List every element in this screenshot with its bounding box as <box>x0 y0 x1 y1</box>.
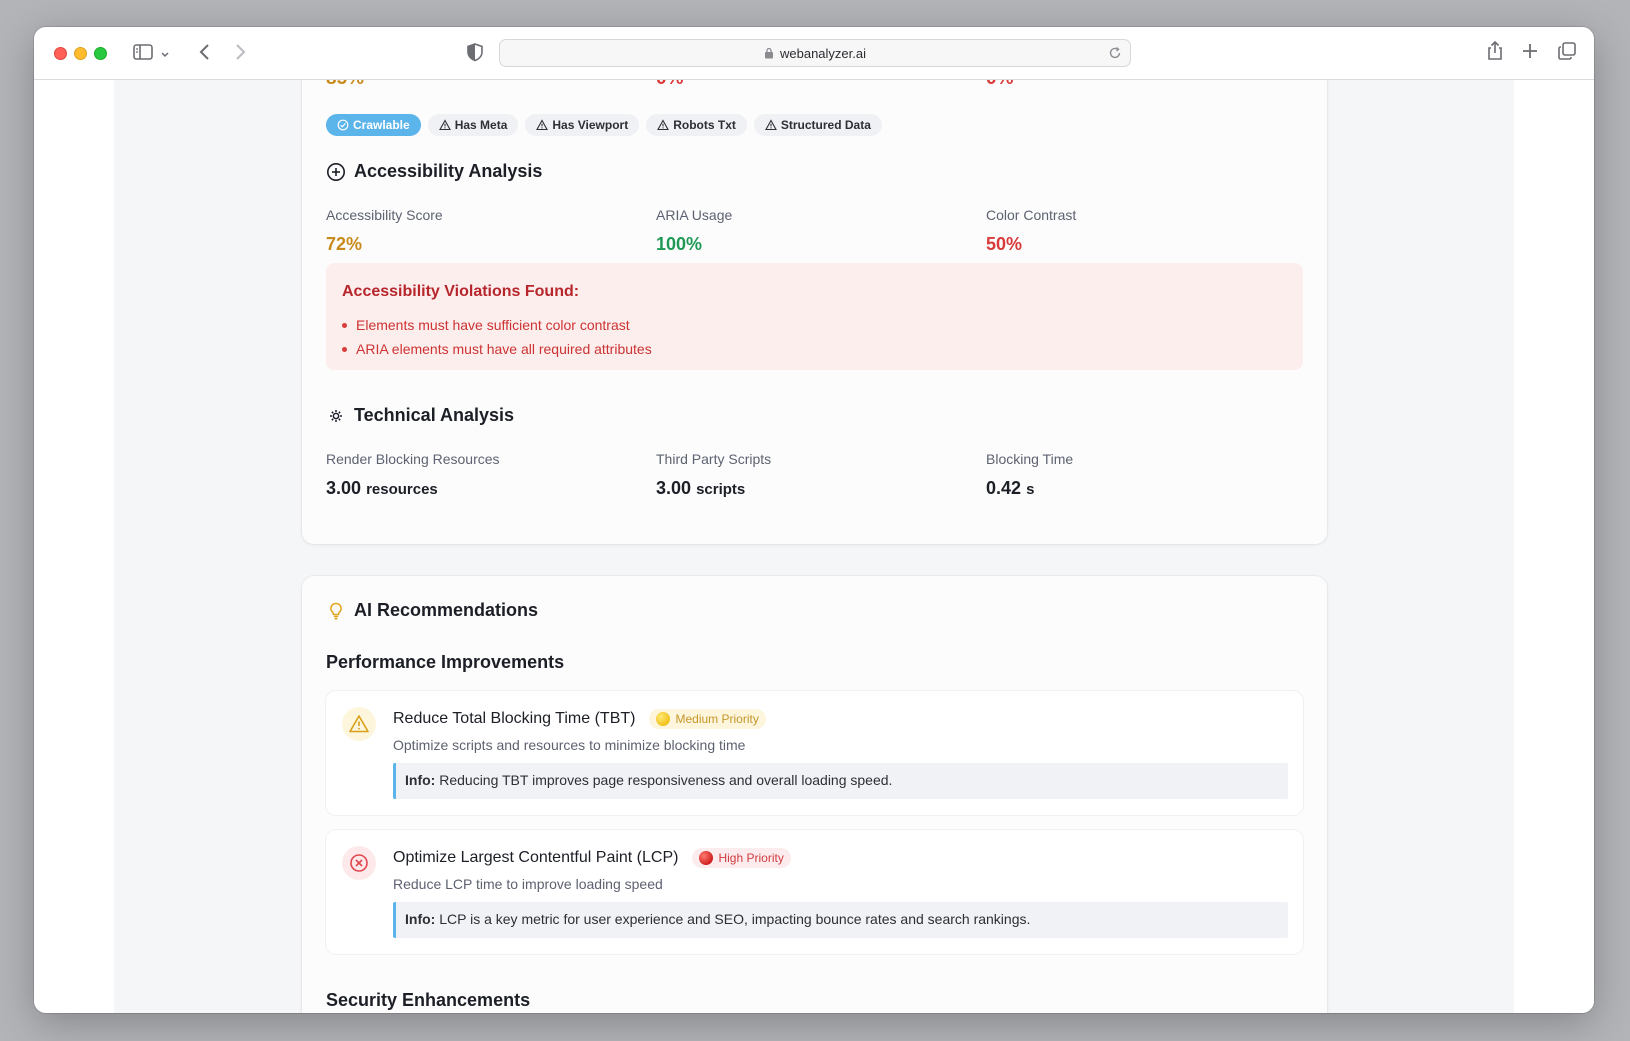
check-circle-icon <box>337 119 349 131</box>
plus-circle-icon <box>327 162 345 181</box>
tab-overview-icon[interactable] <box>1557 41 1577 66</box>
warning-icon <box>438 119 451 131</box>
recommendations-card: AI Recommendations Performance Improveme… <box>302 576 1327 1013</box>
aria-usage-value: 100% <box>656 234 703 254</box>
recommendation-title: Optimize Largest Contentful Paint (LCP) <box>393 849 679 866</box>
yellow-circle-icon <box>656 712 671 726</box>
page-viewport[interactable]: 85% 0% 0% Crawlable Has Meta Has Viewpor… <box>34 80 1594 1013</box>
analysis-card: 85% 0% 0% Crawlable Has Meta Has Viewpor… <box>302 80 1327 544</box>
metric-label: Blocking Time <box>986 451 1074 467</box>
seo-check-chip: Has Meta <box>427 114 519 136</box>
chevron-down-icon[interactable] <box>160 47 170 65</box>
privacy-shield-icon[interactable] <box>464 41 486 68</box>
recommendation-description: Reduce LCP time to improve loading speed <box>393 876 663 892</box>
share-icon[interactable] <box>1485 40 1505 67</box>
recommendation-info: Info: Reducing TBT improves page respons… <box>393 763 1288 799</box>
forward-arrow-icon[interactable] <box>229 41 251 68</box>
seo-metric-value: 0% <box>656 80 683 90</box>
close-window-button[interactable] <box>54 47 67 60</box>
metric-label: Third Party Scripts <box>656 451 772 467</box>
x-circle-icon <box>342 846 376 880</box>
seo-metric-value: 85% <box>326 80 364 90</box>
metric-label: Render Blocking Resources <box>326 451 500 467</box>
seo-metric-value: 0% <box>986 80 1013 90</box>
accessibility-section-title: Accessibility Analysis <box>326 161 542 182</box>
violations-box: Accessibility Violations Found: Elements… <box>326 263 1303 370</box>
seo-check-chip: Has Viewport <box>525 114 640 136</box>
color-contrast-value: 50% <box>986 234 1023 254</box>
seo-check-chip: Structured Data <box>753 114 882 136</box>
url-text: webanalyzer.ai <box>780 46 866 61</box>
priority-badge: Medium Priority <box>649 709 766 729</box>
recommendation-title: Reduce Total Blocking Time (TBT) <box>393 710 636 727</box>
recommendations-title: AI Recommendations <box>326 600 538 621</box>
sidebar-toggle-icon[interactable] <box>132 41 154 68</box>
browser-window: webanalyzer.ai 85% 0% 0% Crawla <box>34 27 1594 1013</box>
seo-check-chip: Robots Txt <box>646 114 747 136</box>
performance-improvements-title: Performance Improvements <box>326 652 565 672</box>
third-party-scripts-value: 3.00 scripts <box>656 478 746 498</box>
address-bar[interactable]: webanalyzer.ai <box>499 39 1131 67</box>
violations-list: Elements must have sufficient color cont… <box>342 313 652 361</box>
zoom-window-button[interactable] <box>94 47 107 60</box>
reload-icon[interactable] <box>1108 46 1122 65</box>
warning-icon <box>657 119 670 131</box>
accessibility-score-value: 72% <box>326 234 363 254</box>
metric-label: Color Contrast <box>986 207 1077 223</box>
warning-icon <box>342 707 376 741</box>
warning-icon <box>536 119 549 131</box>
cog-icon <box>330 409 342 422</box>
recommendation-description: Optimize scripts and resources to minimi… <box>393 737 746 753</box>
seo-checks: Crawlable Has Meta Has Viewport Robots T… <box>326 114 882 136</box>
security-enhancements-title: Security Enhancements <box>326 990 531 1010</box>
recommendation-item[interactable]: Optimize Largest Contentful Paint (LCP) … <box>326 830 1303 954</box>
violation-item: Elements must have sufficient color cont… <box>342 313 652 337</box>
recommendation-item[interactable]: Reduce Total Blocking Time (TBT) Medium … <box>326 691 1303 815</box>
seo-check-chip: Crawlable <box>326 114 421 136</box>
blocking-time-value: 0.42 s <box>986 478 1035 498</box>
lock-icon <box>764 47 774 62</box>
render-blocking-value: 3.00 resources <box>326 478 438 498</box>
violations-title: Accessibility Violations Found: <box>342 283 580 300</box>
violation-item: ARIA elements must have all required att… <box>342 337 652 361</box>
browser-toolbar: webanalyzer.ai <box>34 27 1594 80</box>
new-tab-icon[interactable] <box>1521 42 1539 65</box>
metric-label: Accessibility Score <box>326 207 443 223</box>
warning-icon <box>764 119 777 131</box>
recommendation-info: Info: LCP is a key metric for user exper… <box>393 902 1288 938</box>
back-arrow-icon[interactable] <box>194 41 216 68</box>
minimize-window-button[interactable] <box>74 47 87 60</box>
lightbulb-icon <box>330 602 342 619</box>
metric-label: ARIA Usage <box>656 207 733 223</box>
priority-badge: High Priority <box>692 848 791 868</box>
red-circle-icon <box>699 851 714 865</box>
technical-section-title: Technical Analysis <box>326 405 514 426</box>
